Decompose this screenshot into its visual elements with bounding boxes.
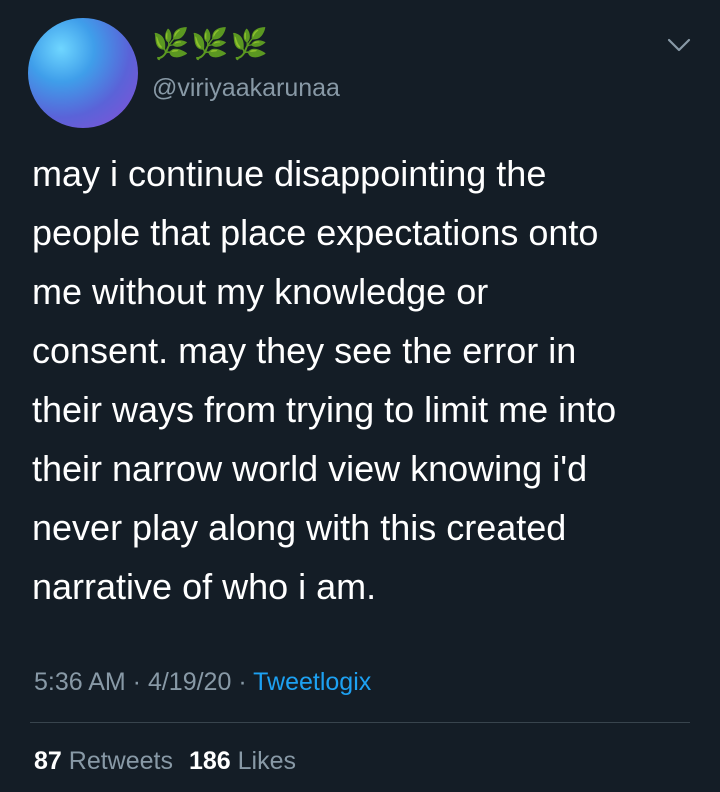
tweet-meta: 5:36 AM · 4/19/20 · Tweetlogix [34, 666, 371, 698]
tweet-text-line: never play along with this created [32, 507, 567, 548]
user-handle[interactable]: @viriyaakarunaa [152, 72, 340, 104]
tweet-card: 🌿🌿🌿 @viriyaakarunaa may i continue disap… [0, 0, 720, 792]
likes-label: Likes [237, 747, 297, 775]
tweet-text-line: narrative of who i am. [32, 566, 377, 607]
retweets-stat[interactable]: 87 Retweets [34, 747, 173, 775]
tweet-source-link[interactable]: Tweetlogix [253, 668, 371, 696]
likes-stat[interactable]: 186 Likes [189, 747, 296, 775]
tweet-stats: 87 Retweets 186 Likes [34, 745, 296, 777]
tweet-time[interactable]: 5:36 AM [34, 668, 126, 696]
tweet-text: may i continue disappointing the people … [32, 144, 702, 616]
retweets-label: Retweets [68, 747, 173, 775]
avatar[interactable] [28, 18, 138, 128]
retweets-count: 87 [34, 747, 62, 775]
tweet-date[interactable]: 4/19/20 [148, 668, 231, 696]
tweet-text-line: their narrow world view knowing i'd [32, 448, 588, 489]
chevron-down-icon[interactable] [664, 34, 694, 56]
tweet-text-line: people that place expectations onto [32, 212, 599, 253]
tweet-text-line: me without my knowledge or [32, 271, 489, 312]
meta-separator: · [231, 668, 254, 696]
likes-count: 186 [188, 747, 231, 775]
tweet-text-line: their ways from trying to limit me into [32, 389, 617, 430]
display-name[interactable]: 🌿🌿🌿 [152, 28, 270, 62]
divider [30, 722, 690, 723]
meta-separator: · [125, 668, 148, 696]
tweet-text-line: consent. may they see the error in [32, 330, 577, 371]
tweet-text-line: may i continue disappointing the [32, 153, 547, 194]
